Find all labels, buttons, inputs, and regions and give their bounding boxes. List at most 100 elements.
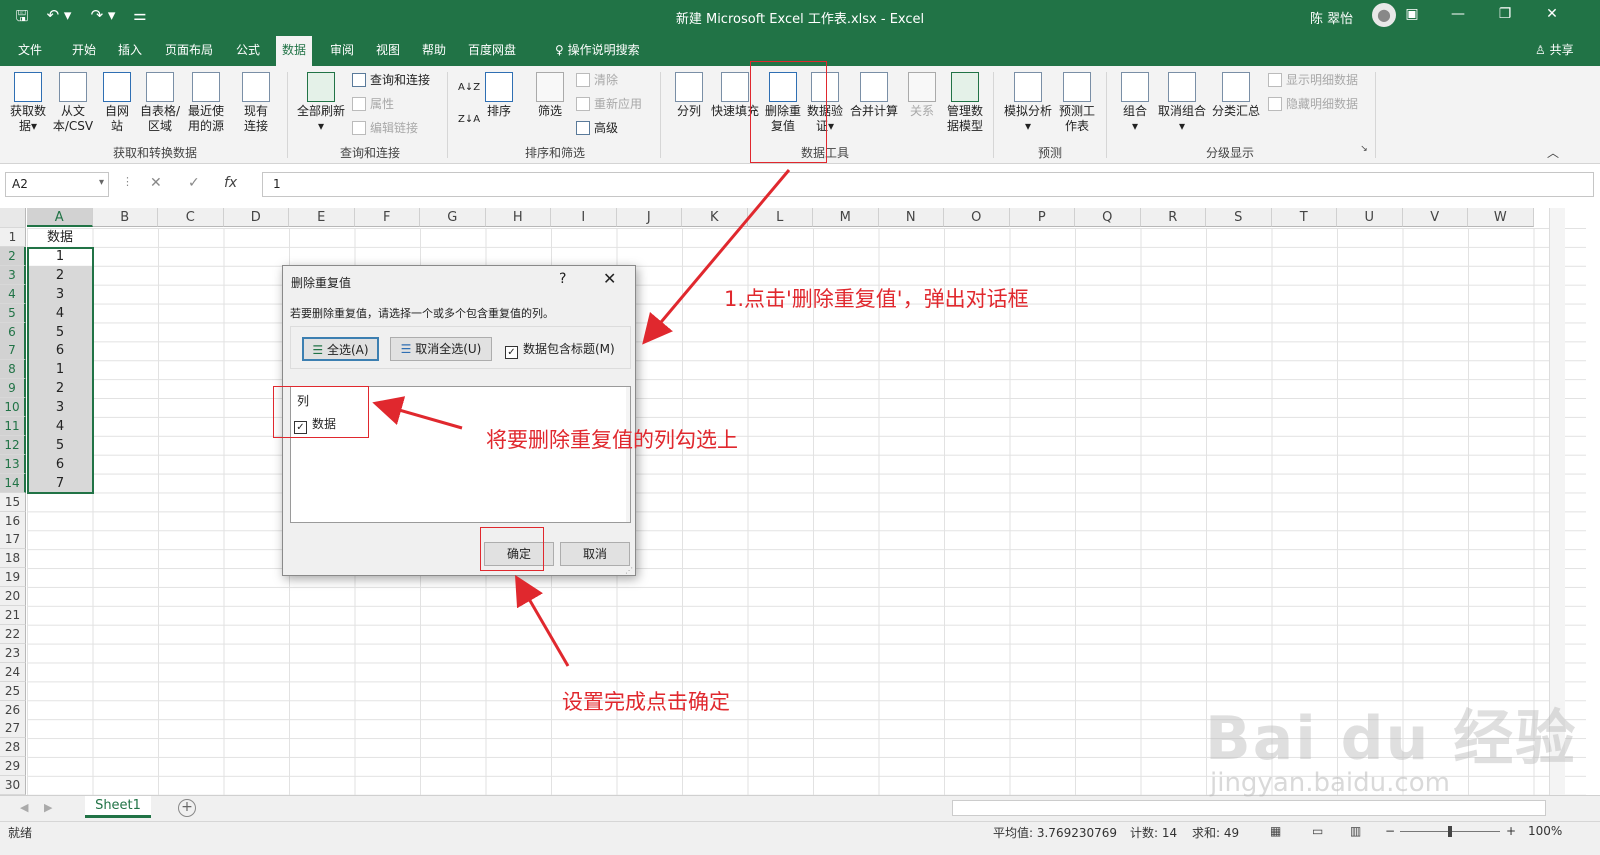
zoom-slider-handle[interactable] — [1448, 826, 1452, 837]
row-header-4[interactable]: 4 — [0, 284, 26, 304]
outline-dialog-launcher-icon[interactable]: ↘ — [1358, 144, 1370, 154]
share-button[interactable]: ♙ 共享 — [1535, 41, 1574, 58]
row-header-19[interactable]: 19 — [0, 568, 26, 588]
existing-connections-button[interactable]: 现有连接 — [240, 72, 272, 134]
row-header-11[interactable]: 11 — [0, 417, 26, 436]
advanced-filter-button[interactable]: 高级 — [576, 120, 618, 136]
select-all-corner[interactable] — [0, 208, 26, 228]
properties-button[interactable]: 属性 — [352, 96, 394, 112]
show-detail-button[interactable]: 显示明细数据 — [1268, 72, 1358, 88]
refresh-all-button[interactable]: 全部刷新 ▾ — [295, 72, 347, 134]
list-scrollbar[interactable] — [626, 387, 630, 522]
insert-function-icon[interactable]: fx — [224, 175, 237, 191]
unselect-all-button[interactable]: ☰ 取消全选(U) — [390, 337, 492, 361]
sort-descending-button[interactable]: Z↓A — [458, 112, 480, 128]
next-sheet-icon[interactable]: ▶ — [44, 801, 52, 814]
row-header-28[interactable]: 28 — [0, 738, 26, 758]
ribbon-display-options-icon[interactable]: ▣ — [1402, 6, 1422, 22]
column-header-d[interactable]: D — [223, 208, 289, 227]
column-header-u[interactable]: U — [1337, 208, 1403, 227]
column-header-m[interactable]: M — [813, 208, 879, 227]
tab-help[interactable]: 帮助 — [422, 41, 446, 58]
tab-formulas[interactable]: 公式 — [236, 41, 260, 58]
column-header-t[interactable]: T — [1271, 208, 1337, 227]
row-header-29[interactable]: 29 — [0, 757, 26, 777]
forecast-sheet-button[interactable]: 预测工作表 — [1058, 72, 1096, 134]
tab-baidu-netdisk[interactable]: 百度网盘 — [468, 41, 516, 58]
sort-button[interactable]: 排序 — [484, 72, 514, 119]
tab-view[interactable]: 视图 — [376, 41, 400, 58]
zoom-in-button[interactable]: + — [1506, 824, 1516, 838]
horizontal-scrollbar[interactable] — [952, 800, 1546, 816]
prev-sheet-icon[interactable]: ◀ — [20, 801, 28, 814]
row-header-15[interactable]: 15 — [0, 492, 26, 512]
row-header-30[interactable]: 30 — [0, 776, 26, 796]
row-header-13[interactable]: 13 — [0, 454, 26, 474]
row-header-1[interactable]: 1 — [0, 228, 26, 247]
tab-review[interactable]: 审阅 — [330, 41, 354, 58]
text-to-columns-button[interactable]: 分列 — [674, 72, 704, 119]
page-layout-view-icon[interactable]: ▭ — [1312, 824, 1323, 838]
recent-sources-button[interactable]: 最近使用的源 — [186, 72, 226, 134]
resize-grip-icon[interactable]: ⋰ — [625, 566, 633, 575]
row-header-10[interactable]: 10 — [0, 398, 26, 418]
row-header-12[interactable]: 12 — [0, 435, 26, 455]
relationships-button[interactable]: 关系 — [906, 72, 938, 119]
row-header-20[interactable]: 20 — [0, 587, 26, 607]
column-header-s[interactable]: S — [1206, 208, 1272, 227]
has-headers-checkbox[interactable]: ✓ 数据包含标题(M) — [505, 340, 615, 359]
page-break-view-icon[interactable]: ▥ — [1350, 824, 1361, 838]
tab-file[interactable]: 文件 — [18, 41, 42, 58]
queries-connections-button[interactable]: 查询和连接 — [352, 72, 430, 88]
group-button[interactable]: 组合▾ — [1120, 72, 1150, 134]
reapply-button[interactable]: 重新应用 — [576, 96, 642, 112]
row-header-24[interactable]: 24 — [0, 662, 26, 682]
close-window-button[interactable]: ✕ — [1542, 6, 1562, 22]
formula-input[interactable]: 1 — [262, 172, 1594, 197]
sort-ascending-button[interactable]: A↓Z — [458, 80, 480, 96]
row-header-17[interactable]: 17 — [0, 530, 26, 550]
cell-a1[interactable]: 数据 — [27, 228, 93, 247]
zoom-level[interactable]: 100% — [1528, 824, 1562, 838]
tab-home[interactable]: 开始 — [72, 41, 96, 58]
cancel-edit-icon[interactable]: ✕ — [150, 175, 162, 191]
row-header-5[interactable]: 5 — [0, 303, 26, 323]
row-header-21[interactable]: 21 — [0, 606, 26, 625]
minimize-button[interactable]: — — [1448, 6, 1468, 22]
collapse-ribbon-icon[interactable]: ︿ — [1546, 144, 1560, 161]
select-all-button[interactable]: ☰ 全选(A) — [302, 337, 379, 361]
column-header-c[interactable]: C — [158, 208, 224, 227]
normal-view-icon[interactable]: ▦ — [1270, 824, 1281, 838]
what-if-analysis-button[interactable]: 模拟分析▾ — [1002, 72, 1054, 134]
tell-me-search[interactable]: ♀ 操作说明搜索 — [555, 41, 640, 58]
row-header-26[interactable]: 26 — [0, 700, 26, 720]
subtotal-button[interactable]: 分类汇总 — [1210, 72, 1262, 119]
user-name[interactable]: 陈 翠怡 — [1310, 8, 1353, 27]
edit-links-button[interactable]: 编辑链接 — [352, 120, 418, 136]
column-header-p[interactable]: P — [1009, 208, 1075, 227]
restore-button[interactable]: ❐ — [1495, 6, 1515, 22]
column-header-l[interactable]: L — [747, 208, 813, 227]
column-header-v[interactable]: V — [1402, 208, 1468, 227]
column-header-o[interactable]: O — [944, 208, 1010, 227]
row-header-2[interactable]: 2 — [0, 246, 26, 266]
row-header-14[interactable]: 14 — [0, 473, 26, 493]
from-text-csv-button[interactable]: 从文本/CSV — [52, 72, 94, 134]
add-sheet-button[interactable]: + — [178, 799, 196, 817]
row-header-27[interactable]: 27 — [0, 719, 26, 739]
row-header-3[interactable]: 3 — [0, 265, 26, 285]
column-header-b[interactable]: B — [92, 208, 158, 227]
confirm-edit-icon[interactable]: ✓ — [188, 175, 200, 191]
column-header-w[interactable]: W — [1468, 208, 1534, 227]
row-header-7[interactable]: 7 — [0, 341, 26, 361]
column-header-g[interactable]: G — [420, 208, 486, 227]
clear-filter-button[interactable]: 清除 — [576, 72, 618, 88]
from-table-button[interactable]: 自表格/区域 — [138, 72, 182, 134]
cancel-button[interactable]: 取消 — [560, 542, 630, 566]
column-header-i[interactable]: I — [551, 208, 617, 227]
consolidate-button[interactable]: 合并计算 — [848, 72, 900, 119]
column-header-e[interactable]: E — [289, 208, 355, 227]
row-header-25[interactable]: 25 — [0, 681, 26, 701]
zoom-out-button[interactable]: − — [1385, 824, 1395, 838]
avatar[interactable]: ● — [1372, 3, 1396, 27]
